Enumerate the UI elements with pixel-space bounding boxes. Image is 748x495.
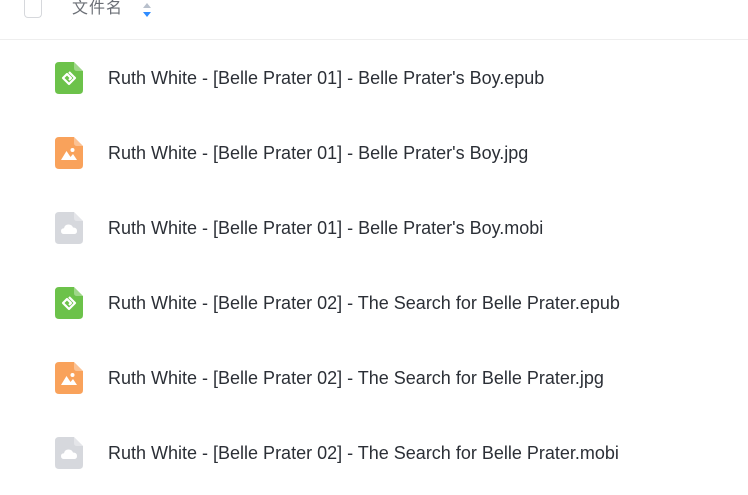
column-header-filename[interactable]: 文件名 bbox=[72, 0, 123, 20]
generic-file-icon bbox=[55, 437, 83, 469]
file-row[interactable]: Ruth White - [Belle Prater 02] - The Sea… bbox=[0, 362, 748, 437]
file-name[interactable]: Ruth White - [Belle Prater 02] - The Sea… bbox=[108, 287, 620, 319]
file-row[interactable]: Ruth White - [Belle Prater 01] - Belle P… bbox=[0, 137, 748, 212]
file-name[interactable]: Ruth White - [Belle Prater 02] - The Sea… bbox=[108, 437, 619, 469]
file-row[interactable]: Ruth White - [Belle Prater 02] - The Sea… bbox=[0, 287, 748, 362]
generic-file-icon bbox=[55, 212, 83, 244]
image-file-icon bbox=[55, 362, 83, 394]
file-row[interactable]: Ruth White - [Belle Prater 01] - Belle P… bbox=[0, 62, 748, 137]
select-all-checkbox[interactable] bbox=[24, 0, 42, 18]
file-list: 文件名 Ruth White - [Belle Prater 01] - Bel… bbox=[0, 0, 748, 495]
file-name[interactable]: Ruth White - [Belle Prater 01] - Belle P… bbox=[108, 137, 528, 169]
epub-file-icon bbox=[55, 62, 83, 94]
file-row[interactable]: Ruth White - [Belle Prater 01] - Belle P… bbox=[0, 212, 748, 287]
file-name[interactable]: Ruth White - [Belle Prater 01] - Belle P… bbox=[108, 212, 543, 244]
list-header: 文件名 bbox=[0, 0, 748, 40]
epub-file-icon bbox=[55, 287, 83, 319]
image-file-icon bbox=[55, 137, 83, 169]
file-name[interactable]: Ruth White - [Belle Prater 02] - The Sea… bbox=[108, 362, 604, 394]
file-row[interactable]: Ruth White - [Belle Prater 02] - The Sea… bbox=[0, 437, 748, 495]
file-name[interactable]: Ruth White - [Belle Prater 01] - Belle P… bbox=[108, 62, 544, 94]
sort-icon[interactable] bbox=[142, 1, 152, 19]
